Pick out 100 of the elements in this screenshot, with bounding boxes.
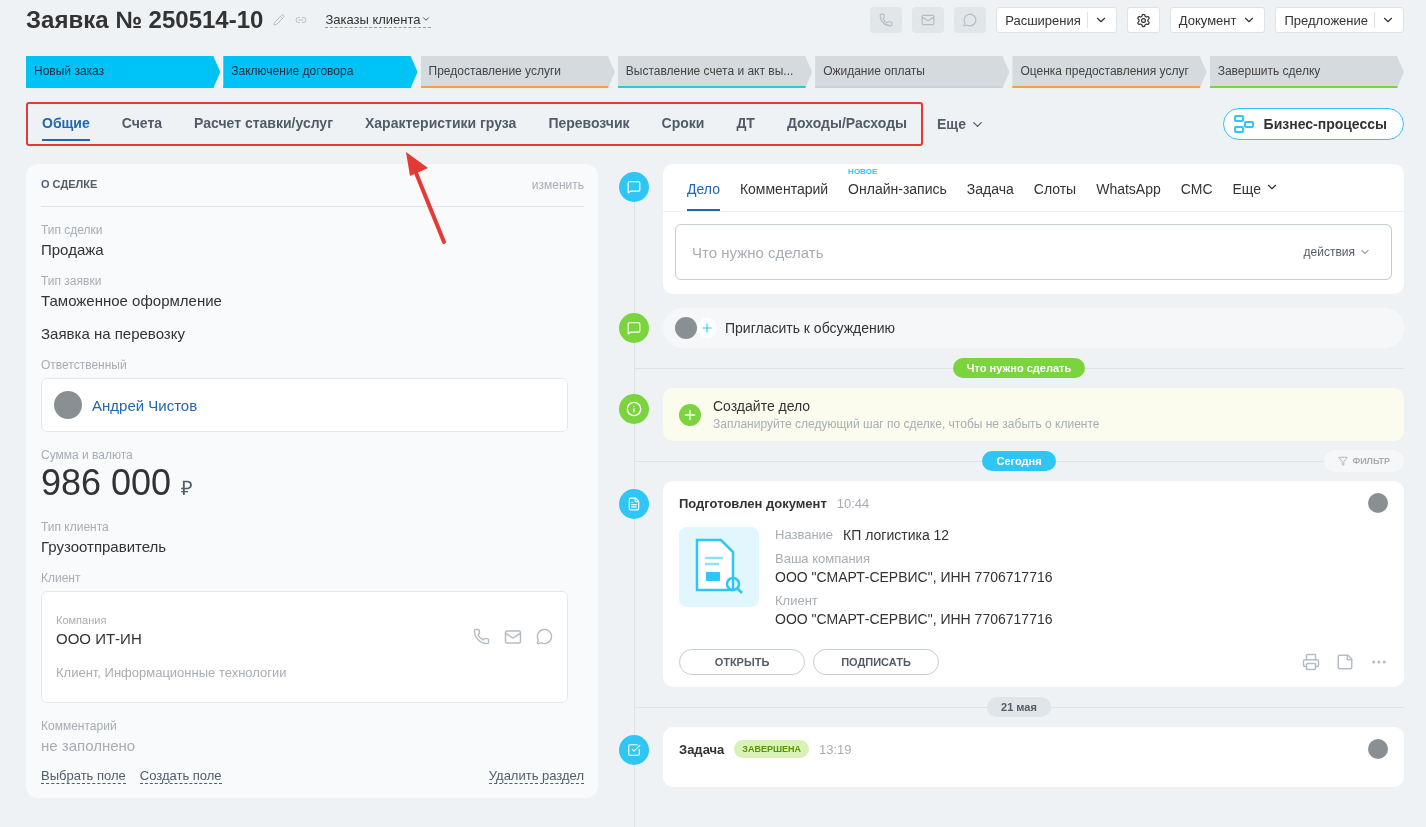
section-tab[interactable]: Перевозчик xyxy=(548,107,630,141)
event-time: 13:19 xyxy=(819,741,852,757)
status-badge: ЗАВЕРШЕНА xyxy=(734,740,809,758)
document-field-label: Ваша компания xyxy=(775,551,871,566)
user-link[interactable]: Андрей Чистов xyxy=(92,396,198,414)
header-dropdown-button[interactable]: Документ xyxy=(1169,7,1266,33)
amount-value: 986 000 xyxy=(41,462,172,504)
event-title: Задача xyxy=(679,741,725,757)
header-dropdown-button[interactable]: Расширения xyxy=(996,7,1117,33)
stage-step[interactable]: Оценка предоставления услуг xyxy=(1012,56,1207,88)
document-field-label: Название xyxy=(775,527,834,543)
section-tab[interactable]: Общие xyxy=(42,107,90,141)
section-tab[interactable]: Расчет ставки/услуг xyxy=(194,107,333,141)
section-tab[interactable]: Характеристики груза xyxy=(365,107,517,141)
document-icon xyxy=(619,489,649,519)
field-link[interactable]: Выбрать поле xyxy=(41,768,126,784)
message-icon xyxy=(619,172,649,202)
field-value: Таможенное оформление xyxy=(41,292,223,309)
document-action-button[interactable]: ОТКРЫТЬ xyxy=(679,649,805,675)
stage-step[interactable]: Новый заказ xyxy=(26,56,221,88)
field-label: Тип заявки xyxy=(41,274,103,288)
section-tab[interactable]: ДТ xyxy=(736,107,755,141)
avatar xyxy=(675,317,697,339)
section-divider-label: Что нужно сделать xyxy=(952,358,1086,378)
plus-icon xyxy=(679,403,701,426)
date-divider-label: 21 мая xyxy=(987,697,1051,717)
field-label: Тип сделки xyxy=(41,223,104,237)
create-title: Создайте дело xyxy=(713,398,812,414)
business-processes-button[interactable]: Бизнес-процессы xyxy=(1222,108,1404,140)
mail-icon xyxy=(921,13,936,27)
caret-icon xyxy=(420,14,431,24)
link-icon[interactable] xyxy=(295,14,308,26)
section-tab[interactable]: Доходы/Расходы xyxy=(786,107,907,141)
activity-tab[interactable]: СМС xyxy=(1180,181,1213,211)
activity-tab[interactable]: WhatsApp xyxy=(1096,181,1161,211)
chat-icon xyxy=(619,313,649,343)
invite-button[interactable]: Пригласить к обсуждению xyxy=(663,308,1404,348)
activity-tab[interactable]: Слоты xyxy=(1033,181,1077,211)
document-field-value: КП логистика 12 xyxy=(843,527,950,543)
more-button[interactable]: Еще xyxy=(1232,180,1279,211)
field-value: не заполнено xyxy=(41,737,137,754)
section-title: О СДЕЛКЕ xyxy=(41,178,98,192)
category-dropdown[interactable]: Заказы клиента xyxy=(325,12,431,28)
create-task-card[interactable]: Создайте дело Запланируйте следующий шаг по сделке, чтобы не забыть о клиенте xyxy=(663,388,1404,441)
mail-button[interactable] xyxy=(912,7,945,33)
client-name: ООО ИТ-ИН xyxy=(56,630,143,647)
settings-button[interactable] xyxy=(1126,7,1160,33)
section-tab[interactable]: Сроки xyxy=(661,107,705,141)
stage-step[interactable]: Выставление счета и акт вы... xyxy=(617,56,813,88)
actions-dropdown[interactable]: действия xyxy=(1297,244,1377,260)
avatar xyxy=(1368,739,1388,759)
pencil-icon[interactable] xyxy=(273,14,286,26)
more-tabs-button[interactable]: Еще xyxy=(931,115,991,133)
field-label: Клиент xyxy=(41,571,82,585)
chat-button[interactable] xyxy=(954,7,987,33)
create-hint: Запланируйте следующий шаг по сделке, чтобы не забыть о клиенте xyxy=(713,417,1100,431)
avatar xyxy=(54,391,82,419)
field-value: Продажа xyxy=(41,241,105,258)
currency-sign: ₽ xyxy=(181,476,194,501)
note-icon[interactable] xyxy=(1336,653,1354,671)
header-dropdown-button[interactable]: Предложение xyxy=(1275,7,1404,33)
event-title: Подготовлен документ xyxy=(679,495,827,511)
flow-blocks-icon xyxy=(1233,115,1254,133)
document-field-value: ООО "СМАРТ-СЕРВИС", ИНН 7706717716 xyxy=(775,569,1053,585)
chat-icon xyxy=(963,13,978,27)
page-title: Заявка № 250514-10 xyxy=(26,6,264,34)
field-value: Заявка на перевозку xyxy=(41,325,186,342)
document-field-label: Клиент xyxy=(775,593,819,608)
document-field-value: ООО "СМАРТ-СЕРВИС", ИНН 7706717716 xyxy=(775,611,1053,627)
client-note: Клиент, Информационные технологии xyxy=(56,665,287,680)
todo-input[interactable]: Что нужно сделать действия xyxy=(675,224,1392,280)
field-label: Комментарий xyxy=(41,719,118,733)
activity-tab[interactable]: Задача xyxy=(966,181,1014,211)
chat-icon[interactable] xyxy=(536,628,553,645)
field-label: Ответственный xyxy=(41,358,128,372)
stage-step[interactable]: Заключение договора xyxy=(223,56,418,88)
stage-step[interactable]: Ожидание оплаты xyxy=(815,56,1010,88)
client-caption: Компания xyxy=(56,614,108,626)
stage-step[interactable]: Предоставление услуги xyxy=(420,56,615,88)
print-icon[interactable] xyxy=(1302,653,1320,671)
settings-icon xyxy=(1135,12,1151,28)
plus-icon xyxy=(697,318,717,338)
delete-section-link[interactable]: Удалить раздел xyxy=(488,768,584,784)
document-preview-icon[interactable] xyxy=(679,527,759,607)
activity-tab[interactable]: Дело xyxy=(687,181,720,211)
avatar xyxy=(1368,493,1388,513)
field-link[interactable]: Создать поле xyxy=(139,768,222,784)
phone-icon xyxy=(879,13,894,27)
activity-tab[interactable]: Комментарий xyxy=(739,181,829,211)
event-time: 10:44 xyxy=(836,495,870,511)
section-tab[interactable]: Счета xyxy=(121,107,163,141)
stage-step[interactable]: Завершить сделку xyxy=(1209,56,1404,88)
field-label: Сумма и валюта xyxy=(41,448,134,462)
call-button[interactable] xyxy=(870,7,903,33)
info-icon xyxy=(619,394,649,424)
document-action-button[interactable]: ПОДПИСАТЬ xyxy=(813,649,939,675)
mail-icon[interactable] xyxy=(504,628,522,646)
field-value: Грузоотправитель xyxy=(41,538,168,555)
phone-icon[interactable] xyxy=(473,628,490,645)
new-label: НОВОЕ xyxy=(848,167,878,176)
